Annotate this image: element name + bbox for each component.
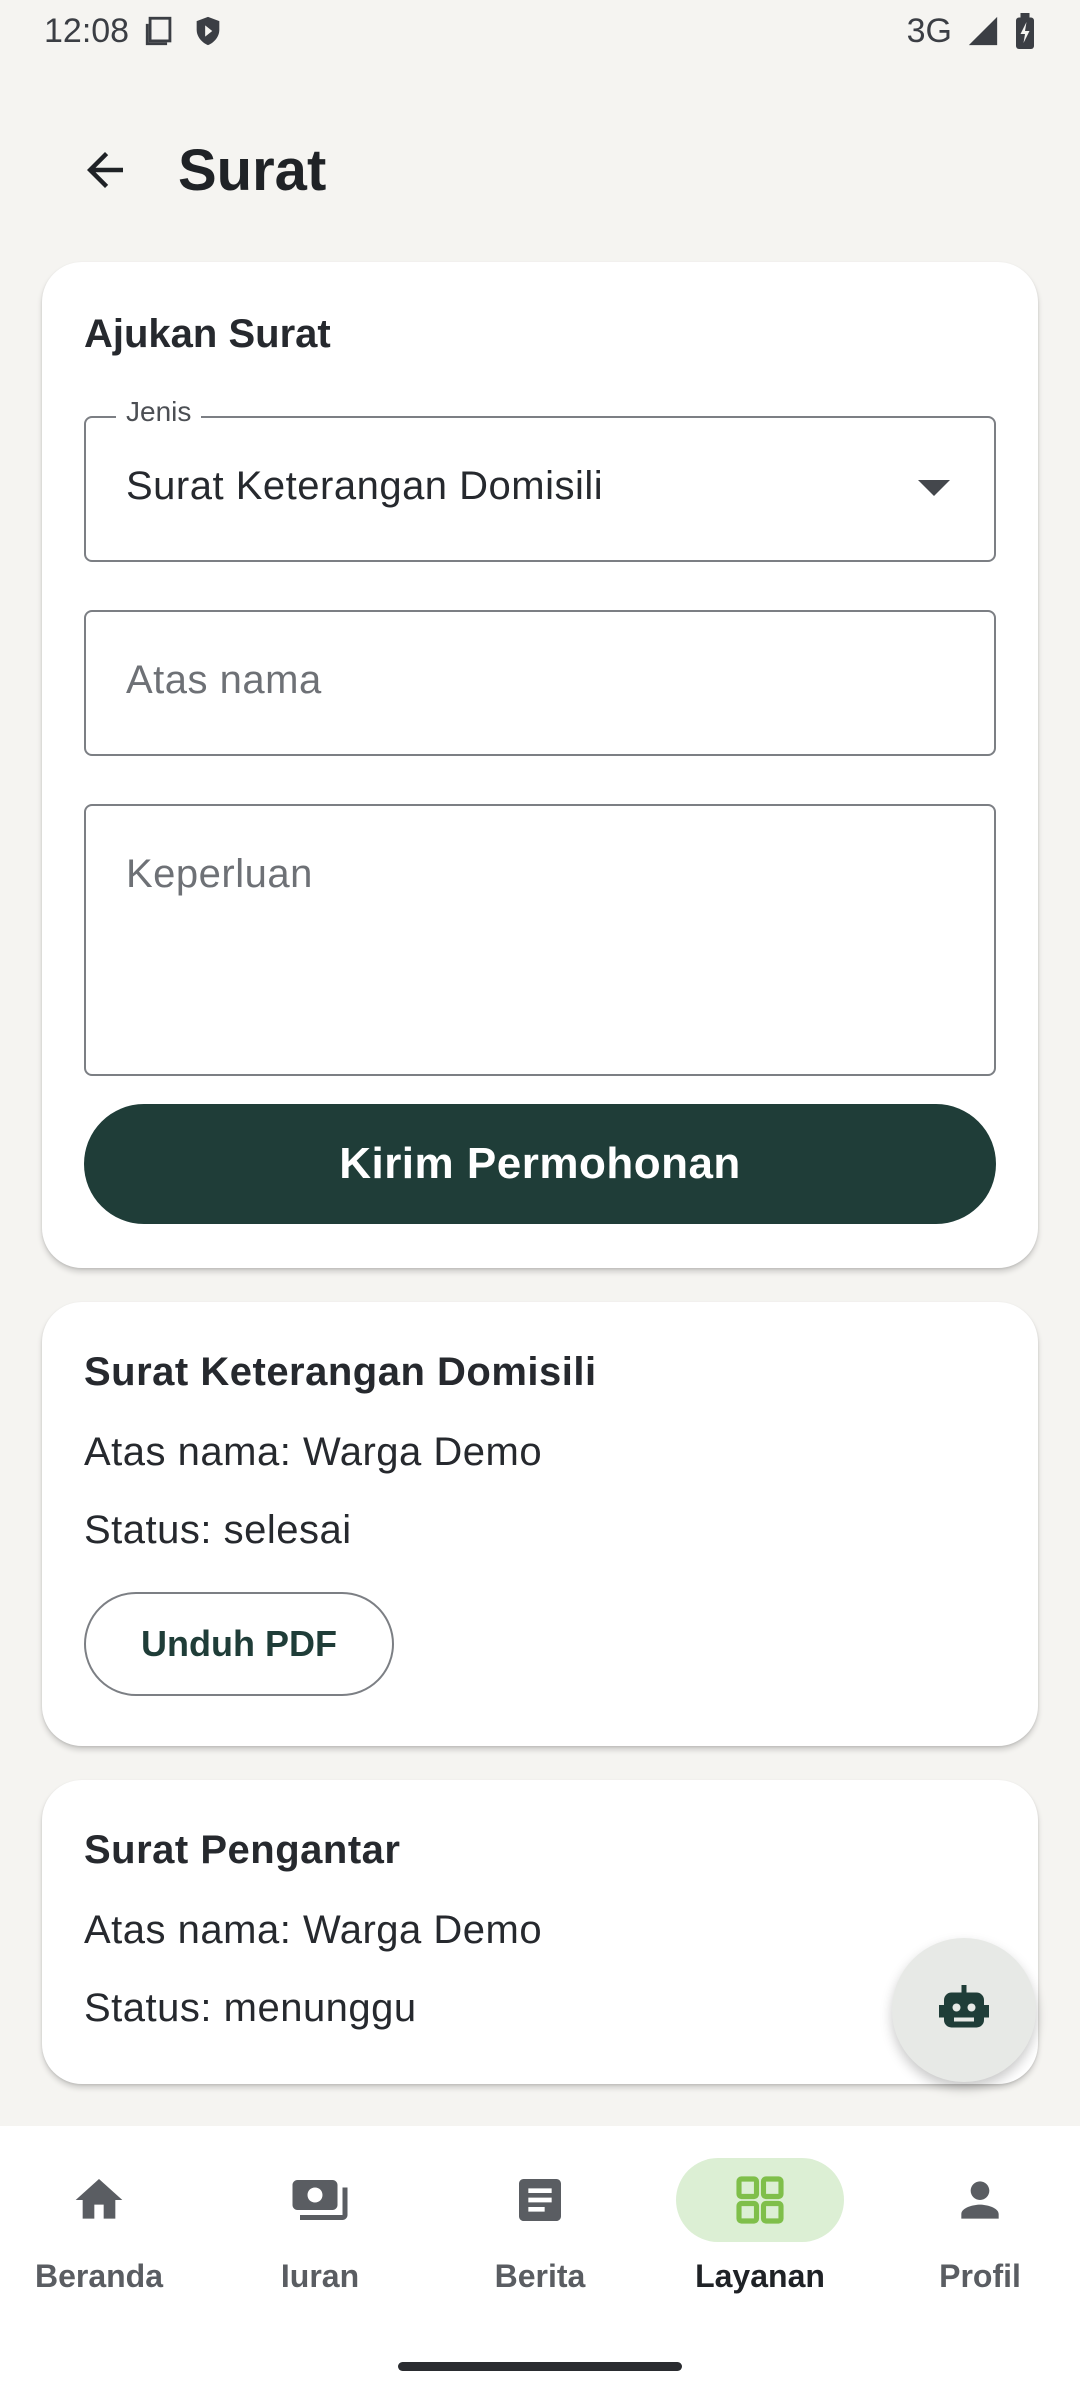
keperluan-textarea[interactable]: Keperluan xyxy=(84,804,996,1076)
shield-icon xyxy=(191,14,225,48)
home-icon xyxy=(75,2179,123,2219)
arrow-back-icon xyxy=(87,152,123,188)
nav-item-berita[interactable]: Berita xyxy=(440,2158,640,2308)
request-form-card: Ajukan Surat Jenis Surat Keterangan Domi… xyxy=(42,262,1038,1268)
request-title: Surat Pengantar xyxy=(84,1828,401,1872)
network-type: 3G xyxy=(906,11,952,50)
status-bar: 12:08 3G xyxy=(0,0,1080,62)
keperluan-placeholder: Keperluan xyxy=(126,852,313,896)
atas-nama-placeholder: Atas nama xyxy=(126,658,322,702)
request-atas-nama: Atas nama: Warga Demo xyxy=(84,1430,543,1474)
payments-icon xyxy=(292,2180,348,2220)
page-title: Surat xyxy=(178,137,327,203)
screenshot-icon xyxy=(143,14,177,48)
app-bar: Surat xyxy=(0,110,1080,230)
nav-item-iuran[interactable]: Iuran xyxy=(220,2158,420,2308)
bottom-navigation: Beranda Iuran Berita Layanan Profil xyxy=(0,2126,1080,2400)
battery-icon xyxy=(1014,13,1036,49)
jenis-dropdown[interactable]: Jenis Surat Keterangan Domisili xyxy=(84,396,996,562)
nav-label: Berita xyxy=(494,2258,586,2294)
nav-item-layanan[interactable]: Layanan xyxy=(660,2158,860,2308)
atas-nama-input[interactable]: Atas nama xyxy=(84,610,996,756)
grid-icon xyxy=(736,2176,784,2224)
person-icon xyxy=(961,2181,999,2219)
form-heading: Ajukan Surat xyxy=(84,312,331,356)
signal-icon xyxy=(966,14,1000,48)
request-title: Surat Keterangan Domisili xyxy=(84,1350,597,1394)
request-status: Status: menunggu xyxy=(84,1986,417,2030)
nav-item-beranda[interactable]: Beranda xyxy=(0,2158,199,2308)
nav-item-profil[interactable]: Profil xyxy=(880,2158,1080,2308)
nav-label: Iuran xyxy=(280,2258,360,2294)
jenis-label: Jenis xyxy=(116,396,202,428)
nav-label: Beranda xyxy=(34,2258,164,2294)
article-icon xyxy=(519,2179,561,2221)
back-button[interactable] xyxy=(72,137,138,203)
download-pdf-button[interactable]: Unduh PDF xyxy=(84,1592,394,1696)
submit-request-button[interactable]: Kirim Permohonan xyxy=(84,1104,996,1224)
request-atas-nama: Atas nama: Warga Demo xyxy=(84,1908,543,1952)
robot-icon xyxy=(939,1985,989,2028)
request-status: Status: selesai xyxy=(84,1508,352,1552)
nav-label: Layanan xyxy=(695,2258,825,2294)
jenis-selected-value: Surat Keterangan Domisili xyxy=(126,464,604,508)
dropdown-arrow-icon xyxy=(918,480,950,496)
status-time: 12:08 xyxy=(44,11,130,50)
nav-label: Profil xyxy=(939,2258,1021,2294)
gesture-handle xyxy=(398,2362,682,2371)
assistant-fab[interactable] xyxy=(892,1938,1036,2082)
request-card: Surat Keterangan Domisili Atas nama: War… xyxy=(42,1302,1038,1746)
request-card: Surat Pengantar Atas nama: Warga Demo St… xyxy=(42,1780,1038,2084)
